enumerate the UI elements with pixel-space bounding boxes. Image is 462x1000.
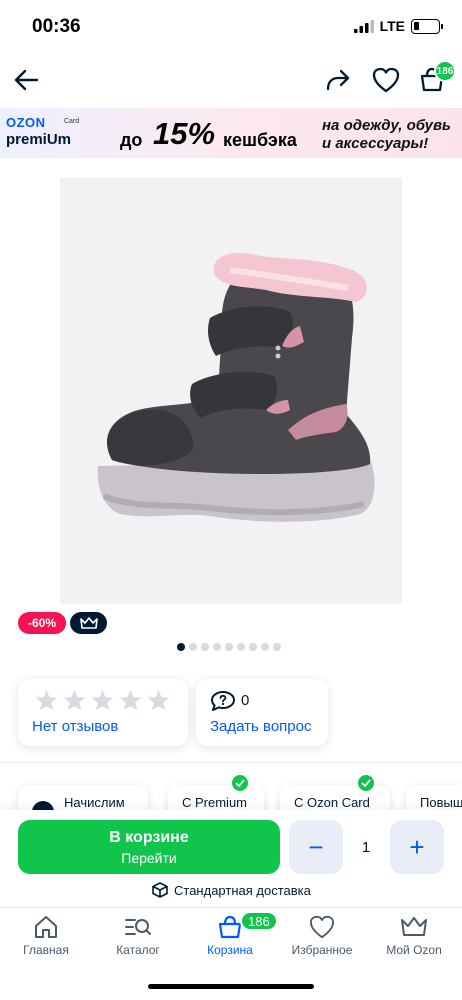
banner-prefix: до (120, 130, 143, 150)
status-time: 00:36 (32, 16, 81, 37)
gallery-dot[interactable] (273, 643, 281, 651)
star-icon (91, 689, 114, 711)
chip-label: С Ozon Card (294, 795, 370, 810)
increase-quantity-button[interactable]: + (390, 820, 444, 874)
tab-label: Главная (23, 943, 69, 957)
decrease-quantity-button[interactable]: − (289, 820, 343, 874)
gallery-dot[interactable] (201, 643, 209, 651)
tab-label: Мой Ozon (386, 943, 442, 957)
home-indicator (148, 984, 314, 989)
ask-question-link[interactable]: Задать вопрос (210, 718, 311, 735)
product-image[interactable] (60, 178, 402, 604)
in-cart-button[interactable]: В корзине Перейти (18, 820, 280, 874)
star-icon (119, 689, 142, 711)
star-icon (147, 689, 170, 711)
check-icon (232, 775, 248, 791)
premium-label: premiUm (6, 131, 72, 148)
favorite-button[interactable] (366, 60, 406, 100)
signal-icon (353, 19, 374, 33)
check-icon (358, 775, 374, 791)
discount-badge: -60% (18, 612, 66, 634)
catalog-icon (125, 919, 151, 935)
banner-percent: 15% (153, 116, 216, 151)
go-to-cart-label: Перейти (121, 850, 177, 866)
ozon-logo: OZON (6, 115, 46, 130)
gallery-pagination[interactable] (177, 643, 281, 651)
box-icon (152, 882, 168, 898)
quantity-value: 1 (361, 838, 371, 856)
tab-label: Избранное (291, 943, 353, 957)
share-icon (326, 69, 350, 91)
heart-icon (310, 915, 334, 939)
chip-label: Повыш (420, 795, 462, 810)
banner-suffix: кешбэка (223, 130, 297, 150)
premium-badge (70, 612, 107, 634)
tab-label: Каталог (116, 943, 160, 957)
back-button[interactable] (6, 60, 46, 100)
gallery-dot[interactable] (177, 643, 185, 651)
star-icon (63, 689, 86, 711)
gallery-dot[interactable] (249, 643, 257, 651)
gallery-dot[interactable] (213, 643, 221, 651)
back-arrow-icon (14, 69, 39, 91)
status-indicators: LTE (353, 18, 443, 34)
share-button[interactable] (318, 60, 358, 100)
tab-favorites[interactable]: Избранное (276, 915, 368, 957)
crown-icon (401, 917, 427, 936)
delivery-info: Стандартная доставка (152, 882, 311, 898)
chip-label: Начислим (64, 795, 125, 810)
no-reviews-link[interactable]: Нет отзывов (32, 718, 118, 735)
question-icon (210, 690, 236, 712)
battery-icon (411, 18, 443, 34)
cart-count-badge: 186 (434, 60, 456, 82)
section-divider (0, 762, 462, 763)
delivery-label: Стандартная доставка (174, 882, 311, 898)
banner-description: на одежду, обувь и аксессуары! (322, 117, 451, 152)
rating-stars (35, 689, 170, 711)
gallery-dot[interactable] (189, 643, 197, 651)
ozon-card-label: Card (64, 118, 80, 125)
home-icon (35, 916, 57, 938)
crown-icon (79, 616, 98, 629)
heart-icon (372, 67, 400, 93)
cart-icon (218, 915, 242, 939)
gallery-dot[interactable] (225, 643, 233, 651)
tab-catalog[interactable]: Каталог (92, 915, 184, 957)
tab-home[interactable]: Главная (0, 915, 92, 957)
in-cart-label: В корзине (109, 829, 189, 846)
network-type: LTE (379, 18, 405, 34)
tab-label: Корзина (207, 943, 253, 957)
tab-my-ozon[interactable]: Мой Ozon (368, 915, 460, 957)
chip-label: С Premium (182, 795, 248, 810)
gallery-dot[interactable] (237, 643, 245, 651)
star-icon (35, 689, 58, 711)
winter-boot-photo (97, 252, 375, 522)
questions-count: 0 (241, 692, 250, 709)
tab-cart-badge: 186 (240, 911, 278, 931)
gallery-dot[interactable] (261, 643, 269, 651)
